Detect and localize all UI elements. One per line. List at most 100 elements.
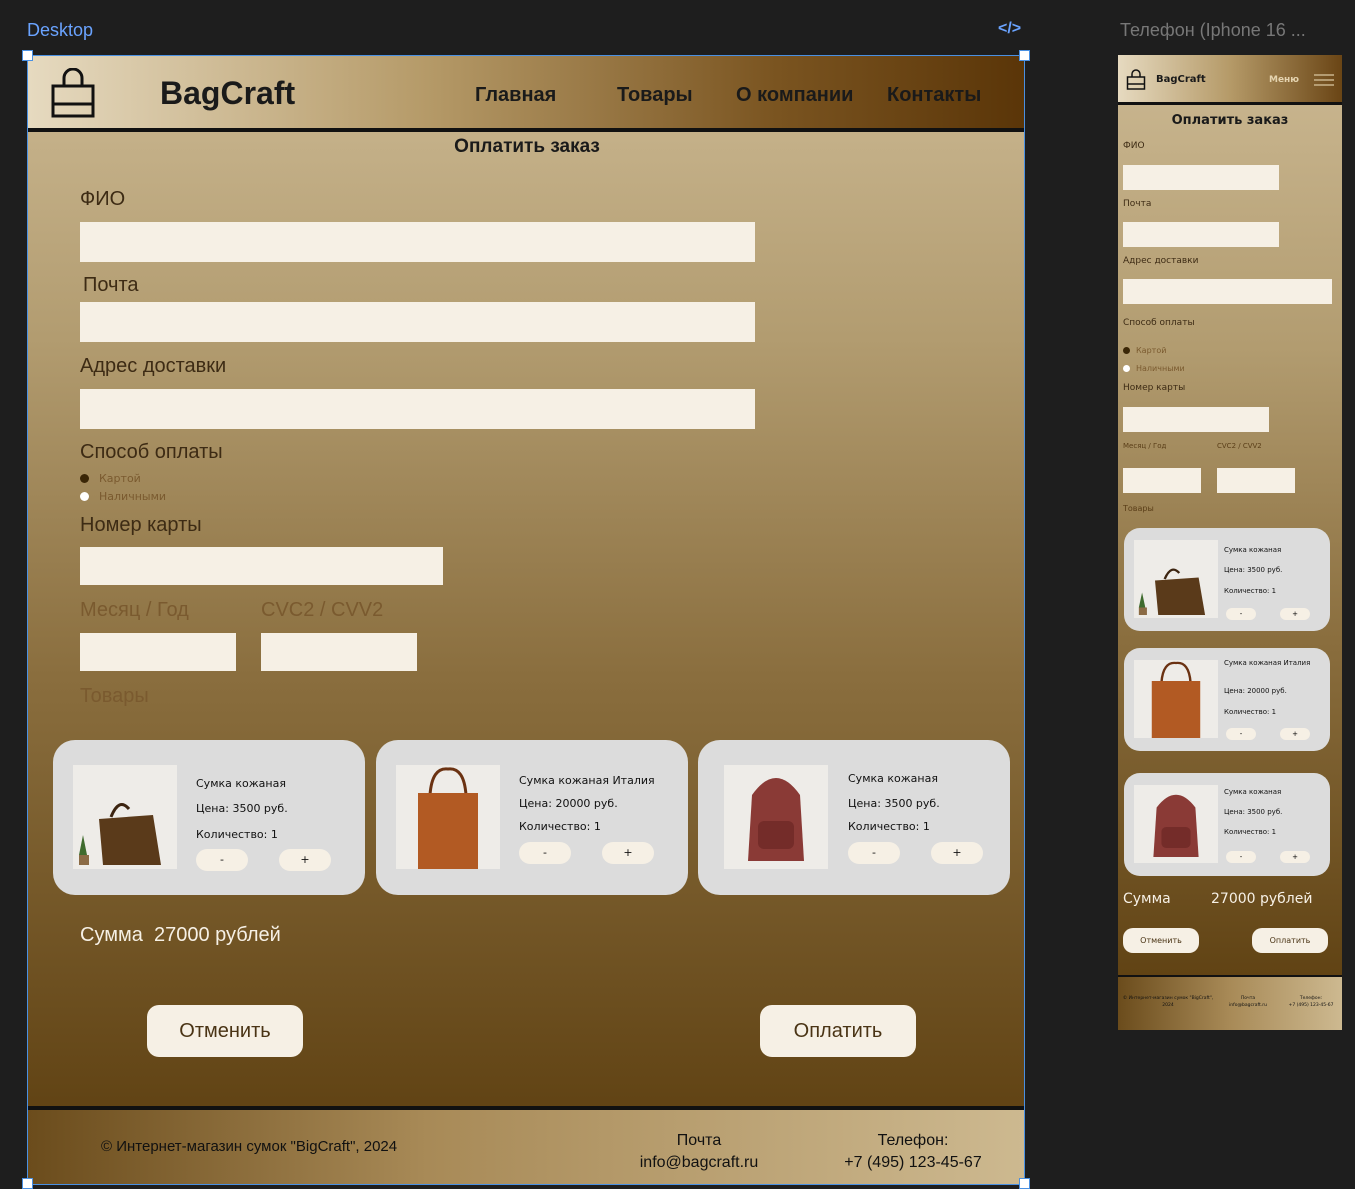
radio-cash-label: Наличными [99,490,167,503]
email-label: Почта [83,274,139,296]
month-year-input[interactable] [80,633,236,671]
phone-product-card: Сумка кожаная Цена: 3500 руб. Количество… [1124,528,1330,631]
card-number-input[interactable] [80,547,443,585]
order-total: Сумма 27000 рублей [80,924,281,947]
phone-pay-button[interactable]: Оплатить [1252,928,1328,953]
site-footer: © Интернет-магазин сумок "BigCraft", 202… [28,1106,1024,1184]
phone-footer: © Интернет-магазин сумок "BigCraft", 202… [1118,975,1342,1030]
nav-home[interactable]: Главная [475,84,556,107]
card-number-label: Номер карты [80,514,202,536]
phone-payment-label: Способ оплаты [1123,318,1195,328]
resize-handle[interactable] [1019,50,1030,61]
product-card: Сумка кожаная Цена: 3500 руб. Количество… [698,740,1010,895]
increase-qty-button[interactable]: + [1280,608,1310,620]
radio-card[interactable]: Картой [80,472,141,485]
desktop-frame-label[interactable]: Desktop [27,20,93,41]
resize-handle[interactable] [22,50,33,61]
footer-copyright: © Интернет-магазин сумок "BigCraft", 202… [101,1138,398,1155]
product-quantity: Количество: 1 [519,820,601,833]
hamburger-menu-icon[interactable] [1314,73,1334,87]
footer-email-link[interactable]: info@bagcraft.ru [624,1152,774,1174]
radio-unchecked-icon[interactable] [80,492,89,501]
product-name: Сумка кожаная Италия [519,774,655,787]
decrease-qty-button[interactable]: - [196,849,248,871]
radio-checked-icon[interactable] [80,474,89,483]
product-image [724,765,828,869]
product-image [73,765,177,869]
phone-cancel-button[interactable]: Отменить [1123,928,1199,953]
product-image [1134,660,1218,738]
phone-radio-cash[interactable]: Наличными [1123,364,1185,373]
increase-qty-button[interactable]: + [1280,728,1310,740]
product-card: Сумка кожаная Цена: 3500 руб. Количество… [53,740,365,895]
address-input[interactable] [80,389,755,429]
phone-address-input[interactable] [1123,279,1332,304]
brown-tote-bag-icon [1134,540,1218,618]
footer-phone-number[interactable]: +7 (495) 123-45-67 [828,1152,998,1174]
fio-input[interactable] [80,222,755,262]
radio-cash[interactable]: Наличными [80,490,166,503]
phone-card-number-label: Номер карты [1123,383,1186,393]
cvc-input[interactable] [261,633,417,671]
phone-footer-email-title: Почта [1240,996,1256,1001]
product-price: Цена: 3500 руб. [1224,808,1283,816]
increase-qty-button[interactable]: + [602,842,654,864]
decrease-qty-button[interactable]: - [848,842,900,864]
phone-product-card: Сумка кожаная Италия Цена: 20000 руб. Ко… [1124,648,1330,751]
product-card: Сумка кожаная Италия Цена: 20000 руб. Ко… [376,740,688,895]
radio-checked-icon[interactable] [1123,347,1130,354]
decrease-qty-button[interactable]: - [1226,728,1256,740]
phone-fio-input[interactable] [1123,165,1279,190]
radio-unchecked-icon[interactable] [1123,365,1130,372]
phone-email-input[interactable] [1123,222,1279,247]
decrease-qty-button[interactable]: - [1226,608,1256,620]
product-name: Сумка кожаная [196,777,286,790]
resize-handle[interactable] [1019,1178,1030,1189]
increase-qty-button[interactable]: + [931,842,983,864]
email-input[interactable] [80,302,755,342]
backpack-icon [1134,785,1218,863]
phone-brand[interactable]: BagCraft [1156,74,1206,85]
total-label: Сумма [80,924,143,946]
orange-tote-bag-icon [396,765,500,869]
product-quantity: Количество: 1 [1224,708,1277,716]
increase-qty-button[interactable]: + [279,849,331,871]
phone-cvc-input[interactable] [1217,468,1295,493]
phone-frame-label[interactable]: Телефон (Iphone 16 ... [1120,20,1306,41]
orange-tote-bag-icon [1134,660,1218,738]
nav-contacts[interactable]: Контакты [887,84,981,107]
product-price: Цена: 3500 руб. [196,802,288,815]
increase-qty-button[interactable]: + [1280,851,1310,863]
decrease-qty-button[interactable]: - [1226,851,1256,863]
product-price: Цена: 20000 руб. [519,797,618,810]
phone-footer-copyright: © Интернет-магазин сумок "BigCraft", 202… [1122,996,1214,1008]
product-name: Сумка кожаная [848,772,938,785]
menu-label[interactable]: Меню [1269,75,1299,85]
resize-handle[interactable] [22,1178,33,1189]
brand-name[interactable]: BagCraft [160,75,295,112]
month-year-label: Месяц / Год [80,599,189,621]
total-value: 27000 рублей [153,924,281,946]
product-price: Цена: 20000 руб. [1224,687,1287,695]
phone-frame[interactable]: BagCraft Меню Оплатить заказ ФИО Почта А… [1118,55,1342,1030]
nav-about[interactable]: О компании [736,84,853,107]
decrease-qty-button[interactable]: - [519,842,571,864]
phone-product-card: Сумка кожаная Цена: 3500 руб. Количество… [1124,773,1330,876]
phone-month-year-input[interactable] [1123,468,1201,493]
phone-card-number-input[interactable] [1123,407,1269,432]
desktop-frame[interactable]: BagCraft Главная Товары О компании Конта… [27,55,1025,1185]
phone-footer-email-link[interactable]: info@bagcraft.ru [1214,1002,1282,1009]
phone-footer-phone-number[interactable]: +7 (495) 123-45-67 [1282,1002,1340,1009]
fio-label: ФИО [80,188,126,210]
code-icon[interactable]: </> [998,20,1021,38]
product-quantity: Количество: 1 [196,828,278,841]
phone-radio-cash-label: Наличными [1136,364,1185,373]
pay-button[interactable]: Оплатить [760,1005,916,1057]
phone-page-title: Оплатить заказ [1171,113,1289,128]
nav-products[interactable]: Товары [617,84,693,107]
phone-radio-card[interactable]: Картой [1123,346,1166,355]
cancel-button[interactable]: Отменить [147,1005,303,1057]
product-image [1134,785,1218,863]
phone-address-label: Адрес доставки [1123,256,1199,266]
phone-month-year-label: Месяц / Год [1123,442,1167,450]
